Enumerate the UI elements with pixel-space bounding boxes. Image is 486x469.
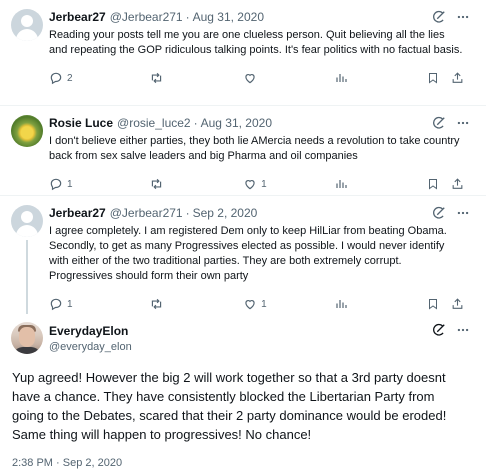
post-date[interactable]: Aug 31, 2020 — [201, 116, 272, 131]
views-icon — [335, 297, 347, 311]
reply-button[interactable]: 1 — [49, 177, 149, 191]
thread-line — [26, 240, 28, 314]
avatar[interactable] — [11, 322, 43, 354]
reply-icon — [49, 177, 63, 191]
views-button[interactable] — [335, 71, 427, 85]
avatar[interactable] — [11, 9, 43, 41]
author-name[interactable]: EverydayElon — [49, 324, 486, 338]
views-button[interactable] — [335, 297, 427, 311]
like-button[interactable]: 1 — [243, 297, 335, 311]
share-icon — [451, 297, 464, 311]
tweet-text: I agree completely. I am registered Dem … — [49, 225, 447, 282]
like-count: 1 — [261, 298, 267, 310]
bookmark-icon — [427, 177, 439, 191]
views-icon — [335, 71, 347, 85]
more-icon[interactable] — [456, 116, 470, 130]
like-icon — [243, 177, 257, 191]
author-handle[interactable]: @Jerbear271 — [110, 10, 183, 25]
reply-icon — [49, 297, 63, 311]
like-button[interactable]: 1 — [243, 177, 335, 191]
author-name[interactable]: Rosie Luce — [49, 116, 113, 131]
tweet-text: Reading your posts tell me you are one c… — [49, 29, 463, 56]
reply-icon — [49, 71, 63, 85]
separator-dot: · — [193, 116, 198, 130]
separator-dot: · — [185, 206, 190, 220]
reply-tweet[interactable]: Rosie Luce @rosie_luce2 · Aug 31, 2020 I… — [0, 106, 486, 196]
reply-button[interactable]: 2 — [49, 71, 149, 85]
views-button[interactable] — [335, 177, 427, 191]
retweet-icon — [149, 71, 164, 85]
like-icon — [243, 297, 257, 311]
post-timestamp[interactable]: 2:38 PM · Sep 2, 2020 — [12, 457, 486, 469]
reply-count: 2 — [67, 72, 73, 84]
author-name[interactable]: Jerbear27 — [49, 10, 106, 25]
retweet-button[interactable] — [149, 297, 243, 311]
more-icon[interactable] — [456, 10, 470, 24]
tweet-text: I don't believe either parties, they bot… — [49, 135, 460, 162]
more-icon[interactable] — [456, 323, 470, 337]
separator-dot: · — [185, 10, 190, 24]
reply-count: 1 — [67, 298, 73, 310]
like-icon — [243, 71, 257, 85]
retweet-button[interactable] — [149, 71, 243, 85]
action-bar: 1 1 — [49, 172, 464, 196]
author-name[interactable]: Jerbear27 — [49, 206, 106, 221]
share-button[interactable] — [451, 177, 464, 191]
retweet-button[interactable] — [149, 177, 243, 191]
bookmark-button[interactable] — [427, 71, 451, 85]
retweet-icon — [149, 177, 164, 191]
reply-count: 1 — [67, 178, 73, 190]
reply-button[interactable]: 1 — [49, 297, 149, 311]
grok-icon[interactable] — [432, 206, 446, 220]
reply-tweet[interactable]: Jerbear27 @Jerbear271 · Aug 31, 2020 Rea… — [0, 0, 486, 106]
bookmark-button[interactable] — [427, 177, 451, 191]
author-handle[interactable]: @everyday_elon — [49, 340, 486, 354]
share-button[interactable] — [451, 297, 464, 311]
grok-icon[interactable] — [432, 116, 446, 130]
like-button[interactable] — [243, 71, 335, 85]
author-handle[interactable]: @rosie_luce2 — [117, 116, 191, 131]
reply-tweet[interactable]: Jerbear27 @Jerbear271 · Sep 2, 2020 I ag… — [0, 196, 486, 314]
share-icon — [451, 71, 464, 85]
main-tweet: EverydayElon @everyday_elon Yup agreed! … — [0, 318, 486, 469]
retweet-icon — [149, 297, 164, 311]
avatar[interactable] — [11, 115, 43, 147]
like-count: 1 — [261, 178, 267, 190]
action-bar: 1 1 — [49, 292, 464, 316]
bookmark-button[interactable] — [427, 297, 451, 311]
grok-icon[interactable] — [432, 323, 446, 337]
post-date[interactable]: Aug 31, 2020 — [193, 10, 264, 25]
avatar[interactable] — [11, 205, 43, 237]
tweet-text: Yup agreed! However the big 2 will work … — [12, 370, 447, 442]
bookmark-icon — [427, 297, 439, 311]
share-button[interactable] — [451, 71, 464, 85]
post-date[interactable]: Sep 2, 2020 — [193, 206, 258, 221]
views-icon — [335, 177, 347, 191]
grok-icon[interactable] — [432, 10, 446, 24]
bookmark-icon — [427, 71, 439, 85]
author-handle[interactable]: @Jerbear271 — [110, 206, 183, 221]
action-bar: 2 — [49, 66, 464, 90]
share-icon — [451, 177, 464, 191]
more-icon[interactable] — [456, 206, 470, 220]
